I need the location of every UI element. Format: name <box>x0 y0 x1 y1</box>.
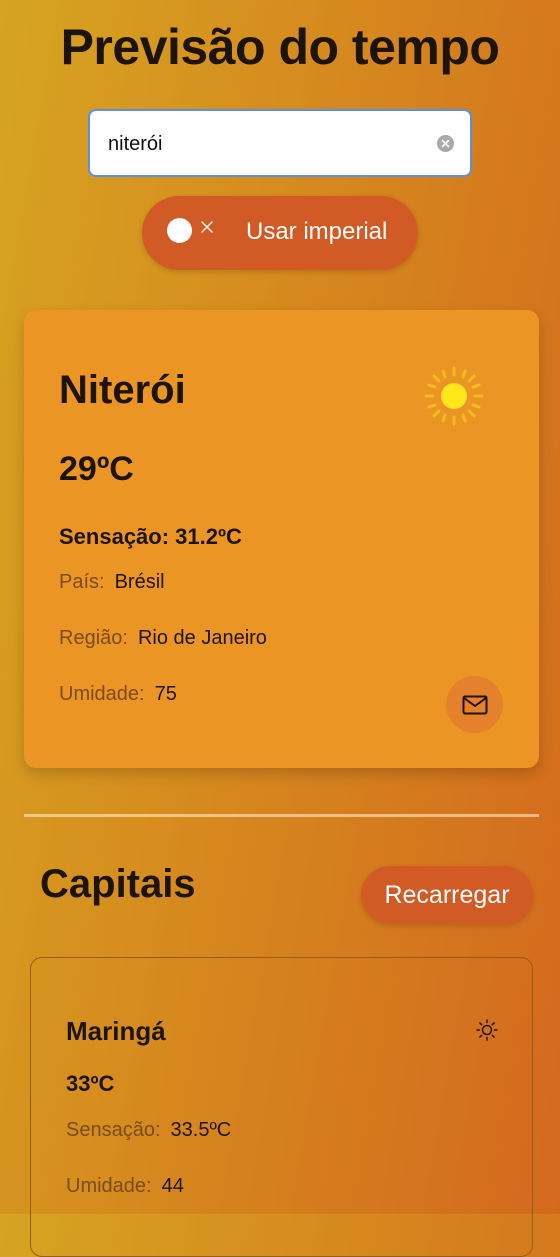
imperial-units-toggle[interactable]: Usar imperial <box>142 196 418 270</box>
capital-humidity-label: Umidade <box>66 1175 147 1197</box>
mail-button[interactable] <box>446 676 503 733</box>
capital-feels-row: Sensação: 33.5ºC <box>66 1119 232 1141</box>
country-value: Brésil <box>114 571 165 593</box>
weather-page: Previsão do tempo Usar imperial Niterói <box>0 0 560 1257</box>
current-weather-card: Niterói 29ºC Sensação: 31.2ºC País: Brés… <box>24 310 539 768</box>
search-box <box>88 109 472 177</box>
temperature: 29ºC <box>59 450 134 488</box>
sun-outline-icon <box>476 1019 498 1041</box>
region-label: Região <box>59 627 123 649</box>
toggle-knob[interactable] <box>167 218 192 243</box>
toggle-label: Usar imperial <box>246 218 388 245</box>
country-row: País: Brésil <box>59 571 165 593</box>
clear-circle-icon[interactable] <box>437 135 454 152</box>
humidity-label: Umidade <box>59 683 140 705</box>
humidity-row: Umidade: 75 <box>59 683 177 705</box>
section-divider <box>24 814 539 817</box>
region-row: Região: Rio de Janeiro <box>59 627 267 649</box>
capital-feels-label: Sensação <box>66 1119 155 1141</box>
capitals-title: Capitais <box>40 862 196 906</box>
humidity-value: 75 <box>154 683 177 705</box>
region-value: Rio de Janeiro <box>137 627 267 649</box>
capital-humidity-row: Umidade: 44 <box>66 1175 184 1197</box>
feels-like: Sensação: 31.2ºC <box>59 524 242 549</box>
sun-icon <box>424 366 484 426</box>
reload-button[interactable]: Recarregar <box>361 866 533 924</box>
search-input[interactable] <box>106 111 430 177</box>
mail-icon <box>462 695 487 714</box>
capital-temperature: 33ºC <box>66 1071 115 1096</box>
capital-card: Maringá 33ºC Sensação: 33.5ºC Umidade: 44 <box>30 957 533 1257</box>
city-name: Niterói <box>59 368 186 412</box>
country-label: País <box>59 571 100 593</box>
capital-city-name: Maringá <box>66 1016 166 1046</box>
capital-feels-value: 33.5ºC <box>170 1119 232 1141</box>
capital-humidity-value: 44 <box>161 1175 184 1197</box>
close-icon <box>201 221 213 233</box>
page-title: Previsão do tempo <box>60 19 500 75</box>
